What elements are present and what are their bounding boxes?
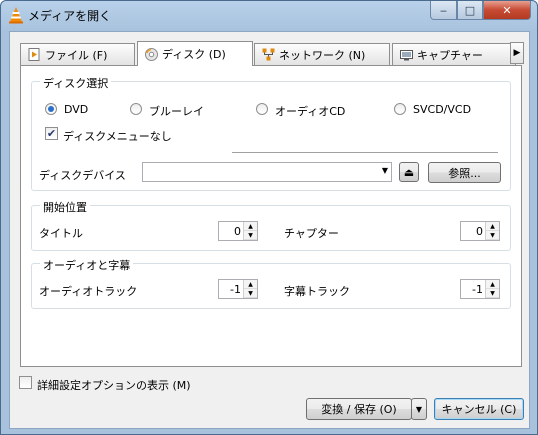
cancel-button[interactable]: キャンセル (C) [434,398,524,420]
spin-up-icon[interactable]: ▲ [244,222,257,231]
spin-up-icon[interactable]: ▲ [244,280,257,289]
dialog-window: メディアを開く ‒ □ ✕ ファイル (F) ディスク (D) ネットワーク (… [0,0,538,435]
disc-device-label: ディスクデバイス [39,169,126,182]
close-button[interactable]: ✕ [483,1,531,20]
disc-selection-title: ディスク選択 [40,75,112,91]
tab-bar: ファイル (F) ディスク (D) ネットワーク (N) キャプチャー [20,41,516,66]
convert-save-button[interactable]: 変換 / 保存 (O) [306,398,412,420]
spin-down-icon[interactable]: ▼ [244,289,257,298]
radio-dvd[interactable] [45,103,57,115]
radio-bluray-label: ブルーレイ [149,105,204,118]
disc-device-combobox[interactable]: ▼ [142,162,392,182]
close-icon: ✕ [502,3,512,17]
tab-file[interactable]: ファイル (F) [20,43,135,65]
capture-icon [399,48,413,62]
advanced-options-checkbox[interactable] [19,376,32,389]
dropdown-arrow-icon: ▼ [381,166,388,175]
divider [232,152,498,153]
subtitle-track-spinbox[interactable]: -1 ▲ ▼ [460,279,500,299]
no-disc-menu-label: ディスクメニューなし [63,130,172,143]
eject-icon: ⏏ [403,165,415,179]
dialog-client-area: ファイル (F) ディスク (D) ネットワーク (N) キャプチャー ▶ ディ… [9,31,530,429]
radio-bluray[interactable] [130,103,142,115]
radio-audio-cd[interactable] [256,103,268,115]
audio-track-value: -1 [230,283,241,296]
browse-button[interactable]: 参照... [428,162,501,183]
title-bar[interactable]: メディアを開く ‒ □ ✕ [1,1,537,29]
start-position-group: 開始位置 タイトル 0 ▲ ▼ チャプター 0 ▲ ▼ [31,199,511,251]
file-icon [27,48,41,62]
title-number-spinbox[interactable]: 0 ▲ ▼ [218,221,258,241]
maximize-icon: □ [464,3,476,17]
tab-disc-label: ディスク (D) [162,48,226,61]
advanced-options-label: 詳細設定オプションの表示 (M) [37,379,191,392]
spin-down-icon[interactable]: ▼ [486,231,499,240]
tab-file-label: ファイル (F) [45,48,108,62]
tab-network[interactable]: ネットワーク (N) [254,43,390,65]
start-position-title: 開始位置 [40,199,90,215]
subtitle-track-value: -1 [472,283,483,296]
tab-disc[interactable]: ディスク (D) [137,41,253,66]
tab-capture-label: キャプチャー [417,48,483,62]
audio-subtitles-group: オーディオと字幕 オーディオトラック -1 ▲ ▼ 字幕トラック -1 ▲ ▼ [31,257,511,309]
spin-up-icon[interactable]: ▲ [486,280,499,289]
audio-track-spinbox[interactable]: -1 ▲ ▼ [218,279,258,299]
checkmark-icon: ✔ [46,127,57,140]
chapter-value: 0 [476,225,483,238]
chevron-right-icon: ▶ [513,48,521,58]
disc-selection-group: ディスク選択 DVD ブルーレイ オーディオCD SVCD/VCD ✔ ディスク… [31,75,511,191]
network-icon [261,48,275,62]
title-number-value: 0 [234,225,241,238]
radio-svcd-vcd[interactable] [394,103,406,115]
radio-audio-cd-label: オーディオCD [275,105,346,118]
convert-save-dropdown-button[interactable]: ▼ [411,398,427,420]
tab-network-label: ネットワーク (N) [279,48,366,62]
chevron-down-icon: ▼ [415,404,423,414]
window-title: メディアを開く [28,9,112,23]
no-disc-menu-checkbox[interactable]: ✔ [45,127,58,140]
audio-track-label: オーディオトラック [39,285,138,298]
disc-tab-panel: ディスク選択 DVD ブルーレイ オーディオCD SVCD/VCD ✔ ディスク… [20,65,522,367]
spin-down-icon[interactable]: ▼ [486,289,499,298]
vlc-cone-icon [9,7,23,24]
minimize-button[interactable]: ‒ [430,1,457,20]
radio-svcd-vcd-label: SVCD/VCD [413,103,472,116]
title-number-label: タイトル [39,227,83,240]
tab-scroll-right-button[interactable]: ▶ [510,42,524,64]
eject-button[interactable]: ⏏ [399,162,419,182]
audio-subtitles-title: オーディオと字幕 [40,257,134,273]
tab-capture[interactable]: キャプチャー [392,43,516,65]
chapter-label: チャプター [284,227,339,240]
subtitle-track-label: 字幕トラック [284,285,350,298]
maximize-button[interactable]: □ [457,1,483,20]
spin-down-icon[interactable]: ▼ [244,231,257,240]
radio-dvd-label: DVD [64,103,89,116]
minimize-icon: ‒ [440,3,447,17]
spin-up-icon[interactable]: ▲ [486,222,499,231]
chapter-spinbox[interactable]: 0 ▲ ▼ [460,221,500,241]
disc-icon [144,47,158,61]
